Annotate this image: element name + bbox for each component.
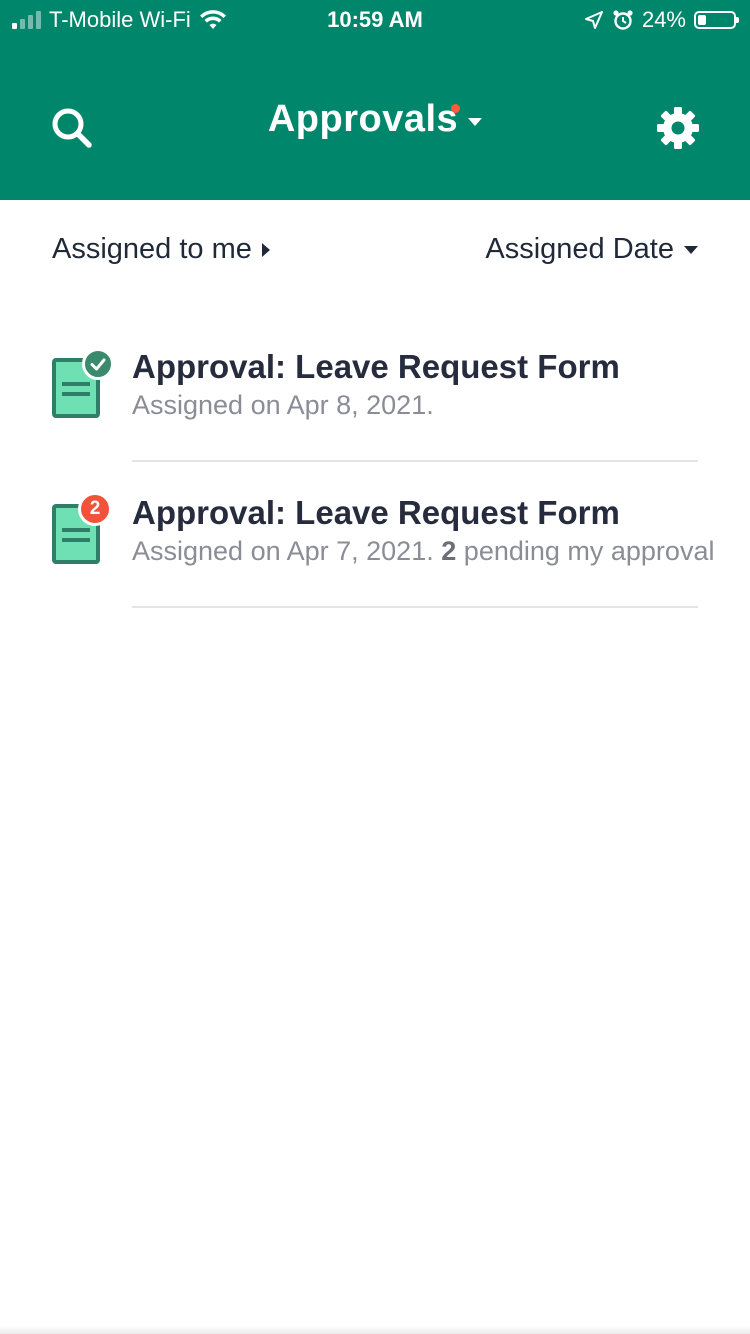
app-header: T-Mobile Wi-Fi 10:59 AM 24% Approvals [0,0,750,200]
battery-icon [694,11,739,29]
divider [132,606,698,608]
item-title: Approval: Leave Request Form [132,494,620,531]
notification-dot [451,104,461,113]
filter-row: Assigned to me Assigned Date [0,200,750,300]
location-icon [584,11,603,29]
gear-icon [657,107,699,149]
assigned-to-me-label: Assigned to me [52,233,252,265]
pending-text: pending my approval [463,536,715,566]
assigned-to-me-filter[interactable]: Assigned to me [52,233,270,266]
pending-count-badge: 2 [78,492,112,526]
approvals-list: Approval: Leave Request Form Assigned on… [0,330,750,622]
page-title: Approvals [267,98,459,140]
chevron-down-icon [468,117,483,126]
pending-count: 2 [441,536,457,566]
list-item[interactable]: 2 Approval: Leave Request Form Assigned … [0,476,750,622]
bottom-shade [0,1326,750,1334]
status-right: 24% [584,7,739,33]
item-subtitle: Assigned on Apr 8, 2021. [132,390,750,421]
divider [132,460,698,462]
assigned-date: Assigned on Apr 7, 2021. [132,536,434,566]
sort-dropdown[interactable]: Assigned Date [485,233,698,266]
caret-right-icon [261,242,270,257]
item-title: Approval: Leave Request Form [132,348,620,385]
nav-bar: Approvals [0,80,750,170]
sort-label: Assigned Date [485,233,674,265]
alarm-icon [613,10,633,30]
checkmark-icon [90,358,106,371]
settings-button[interactable] [650,100,706,156]
list-item[interactable]: Approval: Leave Request Form Assigned on… [0,330,750,476]
item-subtitle: Assigned on Apr 7, 2021. 2 pending my ap… [132,536,750,567]
approvals-dropdown[interactable]: Approvals [267,98,483,141]
battery-percent: 24% [641,7,686,32]
battery-level [698,15,707,25]
chevron-down-icon [684,245,698,254]
badge-count: 2 [78,492,112,526]
title-wrap: Approvals [0,98,750,141]
assigned-date: Assigned on Apr 8, 2021. [132,390,434,420]
approved-check-badge [82,348,114,380]
status-bar: T-Mobile Wi-Fi 10:59 AM 24% [0,0,750,40]
